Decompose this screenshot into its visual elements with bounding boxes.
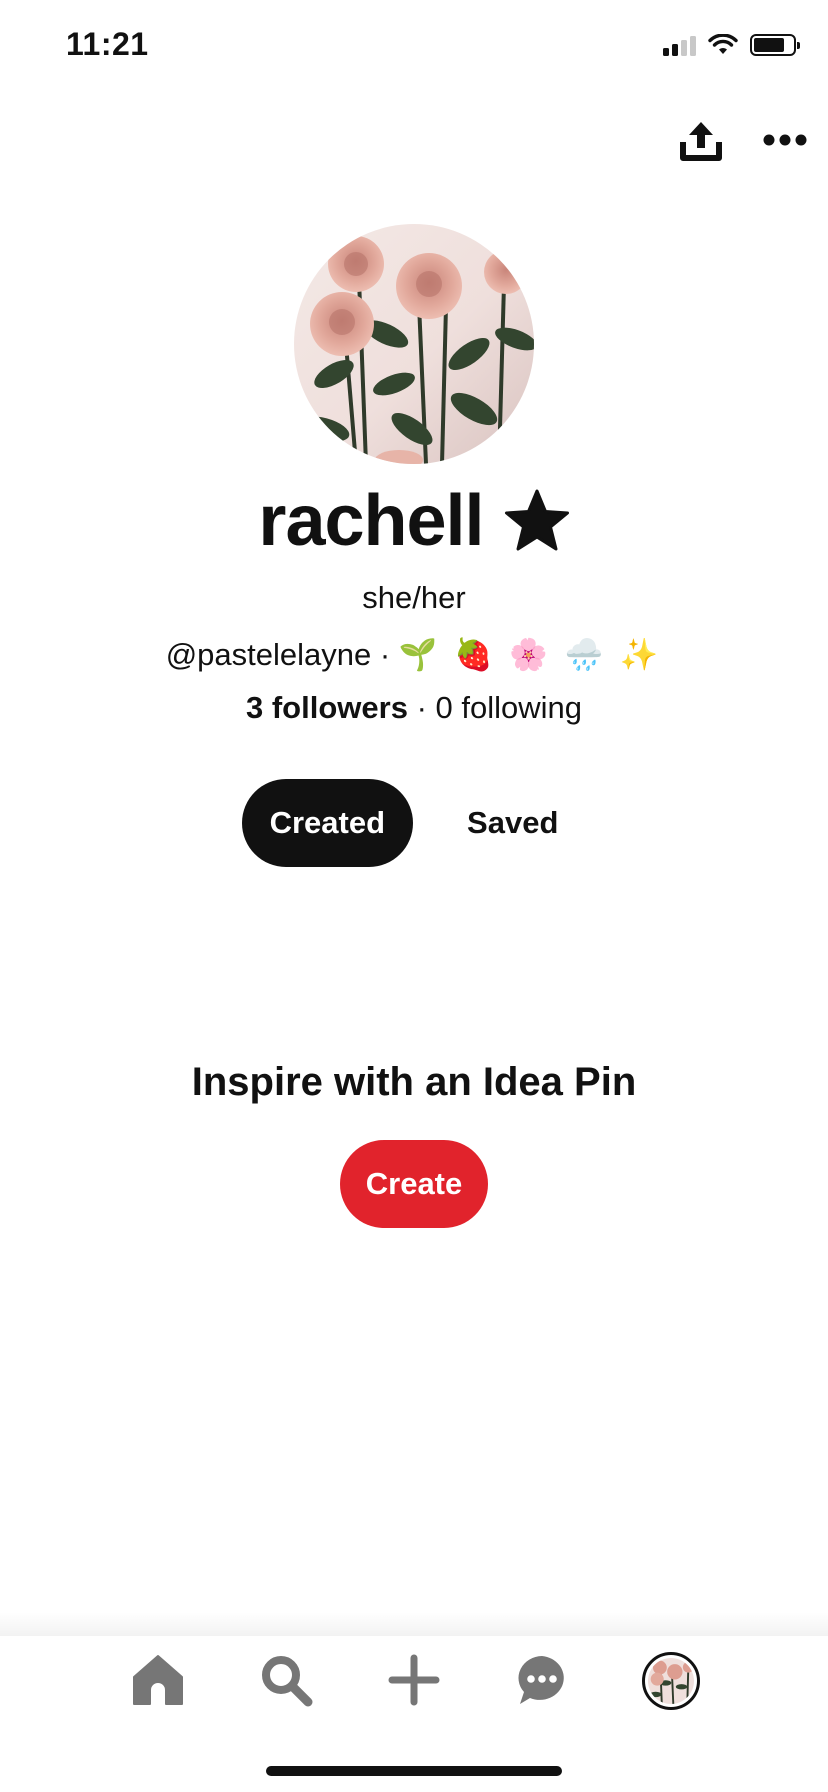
add-icon[interactable] (384, 1650, 444, 1710)
status-bar-time: 11:21 (66, 26, 149, 62)
share-icon[interactable] (678, 118, 724, 164)
star-icon (504, 489, 569, 551)
cellular-signal-icon (663, 34, 696, 56)
bottom-nav-shadow (0, 1612, 828, 1636)
tab-created[interactable]: Created (241, 779, 414, 867)
profile-tabs: Created Saved (0, 779, 828, 867)
bio-separator: · (379, 637, 391, 672)
followers-count[interactable]: 3 followers (246, 690, 408, 725)
wifi-icon (708, 34, 738, 54)
following-count[interactable]: 0 following (436, 690, 582, 725)
profile-handle: @pastelelayne (165, 637, 372, 672)
home-indicator (266, 1766, 562, 1776)
messages-icon[interactable] (512, 1650, 572, 1710)
profile-avatar[interactable] (294, 224, 534, 464)
follow-separator: · (416, 690, 427, 725)
profile-display-name: rachell (258, 481, 484, 561)
profile-handle-line: @pastelelayne · 🌱 🍓 🌸 🌧️ ✨ (0, 636, 828, 673)
home-icon[interactable] (128, 1650, 188, 1710)
status-bar-icons (663, 34, 800, 56)
more-options-icon[interactable] (762, 130, 808, 150)
create-button[interactable]: Create (340, 1140, 488, 1228)
battery-icon (750, 34, 800, 56)
follow-counts: 3 followers · 0 following (0, 690, 828, 726)
nav-profile-avatar[interactable] (642, 1652, 700, 1710)
bio-emoji: 🌱 🍓 🌸 🌧️ ✨ (398, 637, 663, 672)
empty-state-title: Inspire with an Idea Pin (191, 1060, 637, 1104)
search-icon[interactable] (256, 1650, 316, 1710)
profile-name-row: rachell (0, 480, 828, 562)
tab-saved[interactable]: Saved (439, 779, 586, 867)
profile-photo-roses (294, 224, 534, 464)
profile-photo-roses (648, 1658, 694, 1704)
profile-pronouns: she/her (362, 580, 466, 615)
